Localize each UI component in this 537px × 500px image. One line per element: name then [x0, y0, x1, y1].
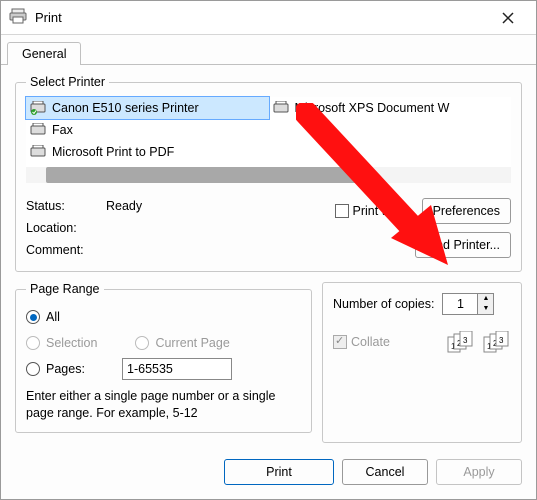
- find-printer-button[interactable]: Find Printer...: [415, 232, 511, 258]
- collate-icon: 1 2 3 1 2 3: [447, 331, 511, 353]
- printer-icon: [273, 101, 291, 115]
- printer-item-label: Microsoft XPS Document W: [295, 101, 450, 115]
- radio-pages-label: Pages:: [46, 362, 116, 376]
- printer-list-scrollbar[interactable]: [26, 167, 511, 183]
- radio-pages[interactable]: [26, 362, 40, 376]
- copies-group: Number of copies: ▲ ▼ Collate: [322, 282, 522, 443]
- dialog-footer: Print Cancel Apply: [1, 451, 536, 499]
- page-range-legend: Page Range: [26, 282, 104, 296]
- printer-item-label: Fax: [52, 123, 73, 137]
- collate-label: Collate: [351, 335, 390, 349]
- scrollbar-thumb[interactable]: [46, 167, 366, 183]
- printer-default-icon: [30, 101, 48, 115]
- radio-current-page: [135, 336, 149, 350]
- titlebar: Print: [1, 1, 536, 35]
- print-button[interactable]: Print: [224, 459, 334, 485]
- printer-icon: [9, 8, 27, 27]
- printer-item-label: Microsoft Print to PDF: [52, 145, 174, 159]
- close-button[interactable]: [488, 4, 528, 32]
- checkbox-box: [333, 335, 347, 349]
- printer-icon: [30, 145, 48, 159]
- print-to-file-label: Print to file: [353, 204, 412, 218]
- radio-all-label: All: [46, 310, 60, 324]
- svg-text:3: 3: [499, 336, 504, 345]
- tab-general[interactable]: General: [7, 42, 81, 65]
- tab-strip: General: [1, 35, 536, 64]
- select-printer-group: Select Printer Canon E510 series Printer…: [15, 75, 522, 272]
- preferences-button[interactable]: Preferences: [422, 198, 511, 224]
- select-printer-legend: Select Printer: [26, 75, 109, 89]
- apply-button: Apply: [436, 459, 522, 485]
- status-label: Status:: [26, 199, 106, 213]
- pages-input[interactable]: [122, 358, 232, 380]
- print-to-file-checkbox[interactable]: Print to file: [335, 204, 412, 218]
- page-range-group: Page Range All Selection Current Page Pa…: [15, 282, 312, 433]
- printer-item[interactable]: Fax: [26, 119, 269, 141]
- checkbox-box: [335, 204, 349, 218]
- spin-up-icon[interactable]: ▲: [478, 294, 493, 304]
- dialog-body: Select Printer Canon E510 series Printer…: [1, 64, 536, 451]
- radio-current-page-label: Current Page: [155, 336, 229, 350]
- radio-all[interactable]: [26, 310, 40, 324]
- copies-label: Number of copies:: [333, 297, 434, 311]
- copies-spinner[interactable]: ▲ ▼: [442, 293, 494, 315]
- status-block: Status: Ready Location: Comment:: [26, 195, 327, 261]
- printer-list[interactable]: Canon E510 series Printer Microsoft XPS …: [26, 97, 511, 167]
- fax-icon: [30, 123, 48, 137]
- location-label: Location:: [26, 221, 106, 235]
- printer-item[interactable]: Canon E510 series Printer: [26, 97, 269, 119]
- radio-selection: [26, 336, 40, 350]
- printer-item[interactable]: Microsoft Print to PDF: [26, 141, 269, 163]
- spin-down-icon[interactable]: ▼: [478, 304, 493, 314]
- window-title: Print: [35, 10, 488, 25]
- svg-text:3: 3: [463, 336, 468, 345]
- comment-label: Comment:: [26, 243, 106, 257]
- status-value: Ready: [106, 199, 142, 213]
- print-dialog: Print General Select Printer Canon E510 …: [0, 0, 537, 500]
- copies-input[interactable]: [442, 293, 478, 315]
- printer-item[interactable]: Microsoft XPS Document W: [269, 97, 512, 119]
- collate-checkbox: Collate: [333, 335, 390, 349]
- radio-selection-label: Selection: [46, 336, 97, 350]
- page-range-hint: Enter either a single page number or a s…: [26, 388, 301, 422]
- printer-item-label: Canon E510 series Printer: [52, 101, 199, 115]
- cancel-button[interactable]: Cancel: [342, 459, 428, 485]
